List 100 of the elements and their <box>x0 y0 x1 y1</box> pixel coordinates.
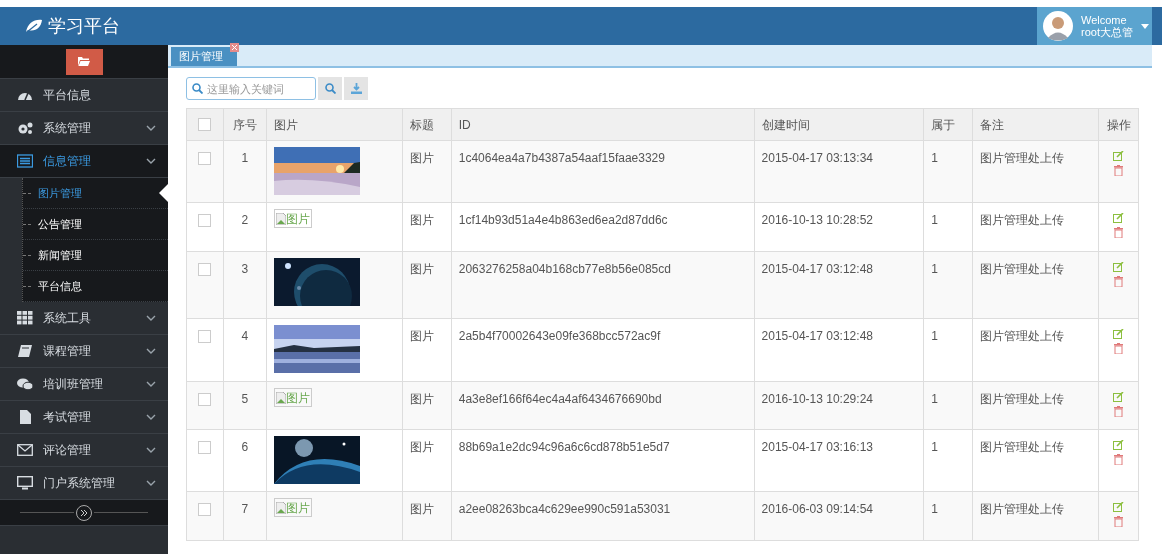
sidebar-item[interactable]: 评论管理 <box>0 434 168 467</box>
active-pointer-icon <box>159 184 168 202</box>
welcome-text: Welcome <box>1081 14 1128 26</box>
table-cell: 图片管理处上传 <box>972 251 1099 319</box>
search-field[interactable]: 这里输入关键词 <box>186 77 316 100</box>
search-button[interactable] <box>318 77 342 100</box>
submenu-item[interactable]: 公告管理 <box>38 215 82 233</box>
sidebar-item-label: 系统工具 <box>43 310 91 327</box>
user-name: root大总管 <box>1081 26 1133 38</box>
grid-icon <box>17 311 33 325</box>
column-header: 序号 <box>223 108 267 141</box>
leaf-icon <box>25 19 43 33</box>
table-cell: 图片 <box>402 140 452 203</box>
table-cell: 图片 <box>402 491 452 541</box>
sidebar-item[interactable]: 系统工具 <box>0 302 168 335</box>
table-cell: 图片管理处上传 <box>972 140 1099 203</box>
chevron-down-icon <box>146 414 156 420</box>
table-cell: 1 <box>923 429 973 492</box>
edit-icon[interactable] <box>1113 440 1124 450</box>
table-cell: 2016-06-03 09:14:54 <box>754 491 924 541</box>
search-icon <box>192 83 203 94</box>
table-cell: 4 <box>223 318 267 382</box>
row-checkbox[interactable] <box>198 152 212 165</box>
table-cell: 2016-10-13 10:28:52 <box>754 202 924 252</box>
table-cell: 2a5b4f70002643e09fe368bcc572ac9f <box>451 318 755 382</box>
column-header: 创建时间 <box>754 108 924 141</box>
folder-icon <box>78 57 90 66</box>
table-cell: 图片管理处上传 <box>972 202 1099 252</box>
submenu-item[interactable]: 图片管理 <box>38 184 82 202</box>
double-chevron-icon <box>80 509 88 516</box>
chat-icon <box>17 377 33 391</box>
table-cell: 图片管理处上传 <box>972 491 1099 541</box>
table-cell: 图片 <box>402 251 452 319</box>
table-cell: 图片管理处上传 <box>972 381 1099 430</box>
table-cell: 图片 <box>402 318 452 382</box>
table-cell: 1 <box>923 140 973 203</box>
row-checkbox[interactable] <box>198 441 212 454</box>
submenu-item[interactable]: 新闻管理 <box>38 246 82 264</box>
submenu-item[interactable]: 平台信息 <box>38 277 82 295</box>
search-icon <box>324 83 336 94</box>
row-checkbox[interactable] <box>198 263 212 276</box>
table-cell: 图片 <box>402 429 452 492</box>
sidebar-item[interactable]: 课程管理 <box>0 335 168 368</box>
edit-icon[interactable] <box>1113 262 1124 272</box>
broken-image-icon <box>275 501 286 514</box>
table-cell: 1 <box>923 381 973 430</box>
trash-icon[interactable] <box>1114 454 1123 465</box>
app-title: 学习平台 <box>48 14 120 38</box>
folder-button[interactable] <box>65 48 103 75</box>
edit-icon[interactable] <box>1113 213 1124 223</box>
trash-icon[interactable] <box>1114 165 1123 176</box>
table-cell: 1 <box>223 140 267 203</box>
row-checkbox[interactable] <box>198 393 212 406</box>
table-cell: 2015-04-17 03:13:34 <box>754 140 924 203</box>
trash-icon[interactable] <box>1114 343 1123 354</box>
book-icon <box>17 344 33 358</box>
select-all-checkbox[interactable] <box>198 118 212 131</box>
chevron-down-icon <box>146 315 156 321</box>
sidebar-item-label: 考试管理 <box>43 409 91 426</box>
edit-icon[interactable] <box>1113 329 1124 339</box>
table-cell: 1c4064ea4a7b4387a54aaf15faae3329 <box>451 140 755 203</box>
chevron-down-icon <box>146 158 156 164</box>
sidebar-item[interactable]: 考试管理 <box>0 401 168 434</box>
table-cell: 1 <box>923 202 973 252</box>
row-checkbox[interactable] <box>198 330 212 343</box>
broken-image: 图片 <box>273 209 312 228</box>
sidebar-item[interactable]: 信息管理 <box>0 145 168 178</box>
table-cell: a2ee08263bca4c629ee990c591a53031 <box>451 491 755 541</box>
trash-icon[interactable] <box>1114 516 1123 527</box>
table-cell: 图片 <box>402 381 452 430</box>
sidebar-item-label: 系统管理 <box>43 120 91 137</box>
download-button[interactable] <box>344 77 368 100</box>
trash-icon[interactable] <box>1114 276 1123 287</box>
sidebar-item[interactable]: 培训班管理 <box>0 368 168 401</box>
edit-icon[interactable] <box>1113 151 1124 161</box>
list-icon <box>17 154 33 168</box>
avatar-icon <box>1043 11 1073 41</box>
table-cell: 2016-10-13 10:29:24 <box>754 381 924 430</box>
row-checkbox[interactable] <box>198 503 212 516</box>
edit-icon[interactable] <box>1113 502 1124 512</box>
table-cell: 图片 <box>402 202 452 252</box>
table-cell: 2015-04-17 03:16:13 <box>754 429 924 492</box>
table-cell: 4a3e8ef166f64ec4a4af6434676690bd <box>451 381 755 430</box>
sidebar-item[interactable]: 平台信息 <box>0 79 168 112</box>
table-cell: 5 <box>223 381 267 430</box>
table-cell: 3 <box>223 251 267 319</box>
table-cell: 1cf14b93d51a4e4b863ed6ea2d87dd6c <box>451 202 755 252</box>
table-cell: 图片管理处上传 <box>972 318 1099 382</box>
edit-icon[interactable] <box>1113 392 1124 402</box>
trash-icon[interactable] <box>1114 227 1123 238</box>
chevron-down-icon <box>146 381 156 387</box>
column-header: 标题 <box>402 108 452 141</box>
table-cell: 2015-04-17 03:12:48 <box>754 251 924 319</box>
close-icon[interactable] <box>230 43 239 52</box>
broken-image: 图片 <box>273 498 312 517</box>
column-header: 属于 <box>923 108 973 141</box>
row-checkbox[interactable] <box>198 214 212 227</box>
trash-icon[interactable] <box>1114 406 1123 417</box>
mail-icon <box>17 443 33 457</box>
chevron-down-icon <box>146 348 156 354</box>
